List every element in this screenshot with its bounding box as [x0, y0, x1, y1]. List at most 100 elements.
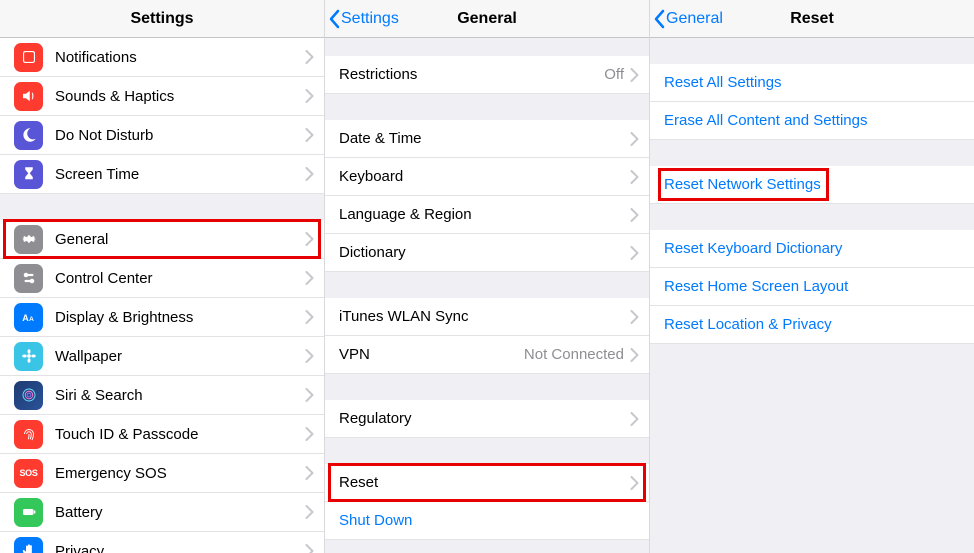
reset-back-label: General: [666, 10, 723, 28]
reset-title: Reset: [790, 10, 834, 28]
settings-item-label: Emergency SOS: [55, 465, 305, 482]
reset-item-reset-network-settings[interactable]: Reset Network Settings: [650, 166, 974, 204]
hourglass-icon: [14, 160, 43, 189]
detail-text: Not Connected: [524, 346, 624, 363]
chevron-right-icon: [630, 170, 639, 184]
settings-item-display-brightness[interactable]: AADisplay & Brightness: [0, 298, 324, 337]
general-item-vpn[interactable]: VPNNot Connected: [325, 336, 649, 374]
settings-item-siri-search[interactable]: Siri & Search: [0, 376, 324, 415]
settings-item-do-not-disturb[interactable]: Do Not Disturb: [0, 116, 324, 155]
chevron-right-icon: [305, 427, 314, 441]
fingerprint-icon: [14, 420, 43, 449]
svg-text:A: A: [22, 313, 29, 323]
settings-rows: Notifications Sounds & Haptics Do Not Dist…: [0, 38, 324, 553]
general-item-label: iTunes WLAN Sync: [339, 308, 630, 325]
chevron-right-icon: [630, 132, 639, 146]
general-item-regulatory[interactable]: Regulatory: [325, 400, 649, 438]
section-gap: [325, 438, 649, 464]
reset-rows: Reset All SettingsErase All Content and …: [650, 38, 974, 553]
general-panel: Settings General RestrictionsOff Date & T…: [325, 0, 650, 553]
section-gap: [650, 204, 974, 230]
general-back-label: Settings: [341, 10, 399, 28]
reset-item-reset-keyboard-dictionary[interactable]: Reset Keyboard Dictionary: [650, 230, 974, 268]
reset-item-label: Reset Network Settings: [664, 176, 821, 193]
settings-item-control-center[interactable]: Control Center: [0, 259, 324, 298]
general-header: Settings General: [325, 0, 649, 38]
general-item-shut-down[interactable]: Shut Down: [325, 502, 649, 540]
chevron-right-icon: [630, 310, 639, 324]
settings-item-label: Notifications: [55, 49, 305, 66]
general-item-label: Restrictions: [339, 66, 604, 83]
settings-item-label: Do Not Disturb: [55, 127, 305, 144]
reset-item-label: Reset Home Screen Layout: [664, 278, 848, 295]
settings-item-label: Touch ID & Passcode: [55, 426, 305, 443]
settings-item-battery[interactable]: Battery: [0, 493, 324, 532]
general-item-label: Language & Region: [339, 206, 630, 223]
chevron-right-icon: [305, 89, 314, 103]
section-gap: [650, 38, 974, 64]
chevron-right-icon: [630, 348, 639, 362]
settings-item-notifications[interactable]: Notifications: [0, 38, 324, 77]
chevron-right-icon: [630, 412, 639, 426]
general-item-label: VPN: [339, 346, 524, 363]
section-gap: [325, 374, 649, 400]
general-item-itunes-wlan-sync[interactable]: iTunes WLAN Sync: [325, 298, 649, 336]
general-item-keyboard[interactable]: Keyboard: [325, 158, 649, 196]
chevron-right-icon: [305, 232, 314, 246]
battery-icon: [14, 498, 43, 527]
reset-item-erase-all-content-settings[interactable]: Erase All Content and Settings: [650, 102, 974, 140]
settings-item-emergency-sos[interactable]: SOS Emergency SOS: [0, 454, 324, 493]
chevron-right-icon: [305, 349, 314, 363]
chevron-right-icon: [305, 310, 314, 324]
chevron-right-icon: [305, 128, 314, 142]
settings-item-label: Display & Brightness: [55, 309, 305, 326]
settings-item-label: General: [55, 231, 305, 248]
settings-item-wallpaper[interactable]: Wallpaper: [0, 337, 324, 376]
general-title: General: [457, 10, 517, 28]
moon-icon: [14, 121, 43, 150]
section-gap: [325, 38, 649, 56]
reset-header: General Reset: [650, 0, 974, 38]
settings-item-label: Sounds & Haptics: [55, 88, 305, 105]
settings-item-label: Privacy: [55, 543, 305, 553]
general-rows: RestrictionsOff Date & Time Keyboard Langua…: [325, 38, 649, 553]
settings-item-general[interactable]: General: [0, 220, 324, 259]
speaker-icon: [14, 82, 43, 111]
chevron-right-icon: [305, 50, 314, 64]
general-item-dictionary[interactable]: Dictionary: [325, 234, 649, 272]
general-item-reset[interactable]: Reset: [325, 464, 649, 502]
chevron-right-icon: [305, 271, 314, 285]
settings-item-touch-id-passcode[interactable]: Touch ID & Passcode: [0, 415, 324, 454]
chevron-right-icon: [630, 68, 639, 82]
general-item-label: Keyboard: [339, 168, 630, 185]
switches-icon: [14, 264, 43, 293]
settings-item-sounds-haptics[interactable]: Sounds & Haptics: [0, 77, 324, 116]
section-gap: [650, 140, 974, 166]
section-gap: [0, 194, 324, 220]
reset-item-reset-home-screen-layout[interactable]: Reset Home Screen Layout: [650, 268, 974, 306]
general-item-label: Reset: [339, 474, 630, 491]
general-item-date-time[interactable]: Date & Time: [325, 120, 649, 158]
siri-icon: [14, 381, 43, 410]
settings-item-screen-time[interactable]: Screen Time: [0, 155, 324, 194]
gear-icon: [14, 225, 43, 254]
reset-back-button[interactable]: General: [654, 0, 723, 37]
settings-panel: Settings NotificationsSounds & HapticsDo…: [0, 0, 325, 553]
general-item-label: Regulatory: [339, 410, 630, 427]
settings-item-privacy[interactable]: Privacy: [0, 532, 324, 553]
reset-item-reset-location-privacy[interactable]: Reset Location & Privacy: [650, 306, 974, 344]
settings-item-label: Wallpaper: [55, 348, 305, 365]
chevron-right-icon: [305, 466, 314, 480]
general-back-button[interactable]: Settings: [329, 0, 399, 37]
sos-icon: SOS: [14, 459, 43, 488]
section-gap: [325, 272, 649, 298]
general-item-language-region[interactable]: Language & Region: [325, 196, 649, 234]
chevron-right-icon: [305, 388, 314, 402]
reset-item-reset-all-settings[interactable]: Reset All Settings: [650, 64, 974, 102]
chevron-right-icon: [305, 167, 314, 181]
chevron-right-icon: [630, 208, 639, 222]
settings-item-label: Battery: [55, 504, 305, 521]
general-item-restrictions[interactable]: RestrictionsOff: [325, 56, 649, 94]
chevron-left-icon: [654, 9, 666, 29]
chevron-right-icon: [305, 544, 314, 553]
